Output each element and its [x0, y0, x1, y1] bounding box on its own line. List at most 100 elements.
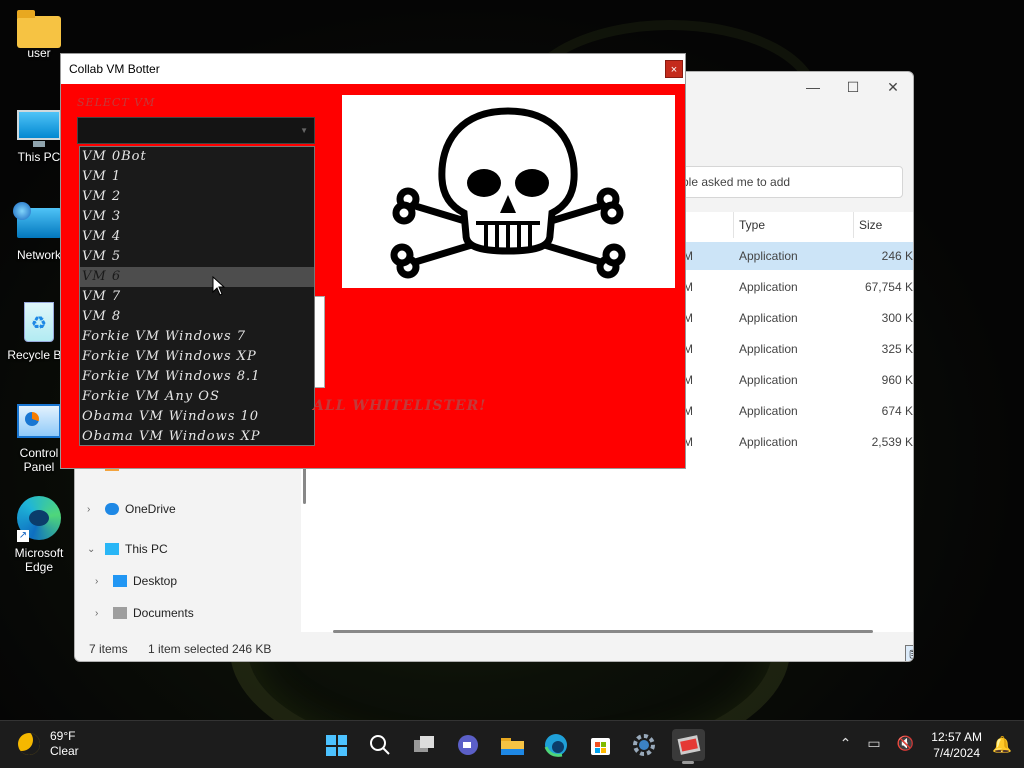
item-count: 7 items	[89, 642, 128, 656]
weather-condition: Clear	[50, 744, 79, 758]
whitelister-label: ALL WHITELISTER!	[313, 398, 487, 414]
row-size: 674 K	[881, 404, 913, 418]
monitor-icon	[17, 110, 61, 147]
nav-item-onedrive[interactable]: › OneDrive	[87, 502, 176, 516]
row-type: Application	[739, 373, 798, 387]
row-type: Application	[739, 342, 798, 356]
vm-option[interactable]: Forkie VM Windows 8.1	[80, 367, 314, 387]
close-icon[interactable]: ✕	[873, 72, 913, 102]
desktop-icon-edge[interactable]: ↗ Microsoft Edge	[4, 496, 74, 574]
vm-option[interactable]: Obama VM Windows 10	[80, 407, 314, 427]
column-size[interactable]: Size	[859, 218, 882, 232]
vm-option[interactable]: VM 3	[80, 207, 314, 227]
search-input[interactable]: ple asked me to add	[667, 166, 903, 198]
vm-select-combobox[interactable]: ▼	[77, 117, 315, 144]
text-input[interactable]	[315, 296, 325, 388]
windows-logo-icon	[326, 735, 347, 756]
dropdown-arrow-icon: ▼	[300, 126, 308, 135]
vm-option[interactable]: VM 7	[80, 287, 314, 307]
monitor-icon	[105, 543, 119, 555]
notification-icon[interactable]: 🔔	[992, 735, 1012, 755]
bot-app-icon	[677, 735, 701, 755]
vm-option[interactable]: VM 2	[80, 187, 314, 207]
edge-icon: ↗	[17, 496, 61, 542]
vm-option[interactable]: Forkie VM Windows XP	[80, 347, 314, 367]
vm-option[interactable]: Forkie VM Windows 7	[80, 327, 314, 347]
desktop-icon-label: Microsoft Edge	[14, 546, 64, 574]
select-vm-label: SELECT VM	[77, 96, 156, 109]
row-size: 2,539 K	[871, 435, 913, 449]
vm-option[interactable]: VM 5	[80, 247, 314, 267]
clock[interactable]: 12:57 AM 7/4/2024	[931, 729, 982, 761]
row-type: Application	[739, 435, 798, 449]
bot-app-button[interactable]	[672, 729, 705, 764]
search-icon	[370, 735, 390, 755]
file-explorer-button[interactable]	[496, 729, 529, 761]
navigation-pane: › Home › OneDrive ⌄ This PC › Desktop › …	[75, 452, 299, 642]
vm-option[interactable]: VM 8	[80, 307, 314, 327]
row-size: 960 K	[881, 373, 913, 387]
documents-icon	[113, 607, 127, 619]
horizontal-scrollbar[interactable]	[333, 630, 873, 633]
nav-label: OneDrive	[125, 502, 176, 516]
maximize-icon[interactable]: ☐	[833, 72, 873, 102]
skull-and-crossbones-icon	[390, 107, 626, 279]
chevron-right-icon: ›	[95, 575, 99, 587]
task-view-button[interactable]	[408, 729, 441, 761]
clock-date: 7/4/2024	[933, 746, 980, 760]
chevron-right-icon: ›	[87, 503, 91, 515]
store-icon	[591, 738, 610, 755]
row-type: Application	[739, 249, 798, 263]
vm-option[interactable]: VM 1	[80, 167, 314, 187]
column-type[interactable]: Type	[739, 218, 765, 232]
cloud-icon	[105, 503, 119, 515]
window-title: Collab VM Botter	[69, 62, 160, 76]
taskbar: 69°F Clear ⌃ ▭ 🔇 12:57 AM 7/4/2024 🔔	[0, 720, 1024, 768]
row-type: Application	[739, 280, 798, 294]
nav-item-desktop[interactable]: › Desktop	[95, 574, 177, 588]
store-button[interactable]	[584, 729, 617, 761]
network-icon	[13, 202, 61, 238]
weather-widget[interactable]: 69°F Clear	[18, 729, 79, 759]
nav-item-documents[interactable]: › Documents	[95, 606, 194, 620]
search-button[interactable]	[364, 729, 397, 761]
row-type: Application	[739, 404, 798, 418]
vm-option[interactable]: Obama VM Windows XP	[80, 427, 314, 447]
vm-option[interactable]: VM 0Bot	[80, 147, 314, 167]
vm-option-highlighted[interactable]: VM 6	[80, 267, 314, 287]
row-size: 325 K	[881, 342, 913, 356]
task-view-icon	[414, 736, 434, 752]
weather-temp: 69°F	[50, 729, 76, 743]
control-panel-icon	[17, 404, 61, 438]
vm-option[interactable]: VM 4	[80, 227, 314, 247]
taskbar-apps	[320, 729, 705, 764]
row-size: 67,754 K	[864, 280, 913, 294]
skull-image	[342, 95, 675, 288]
row-size: 246 K	[881, 249, 913, 263]
selection-info: 1 item selected 246 KB	[148, 642, 272, 656]
folder-icon	[501, 738, 524, 755]
recycle-bin-icon: ♻	[24, 302, 54, 342]
clock-time: 12:57 AM	[931, 730, 982, 744]
settings-button[interactable]	[628, 729, 661, 761]
network-icon[interactable]: ▭	[867, 735, 880, 752]
nav-label: Desktop	[133, 574, 178, 588]
minimize-icon[interactable]: —	[793, 72, 833, 102]
nav-item-this-pc[interactable]: ⌄ This PC	[87, 542, 168, 556]
teams-chat-button[interactable]	[452, 729, 485, 761]
vm-option[interactable]: Forkie VM Any OS	[80, 387, 314, 407]
mouse-cursor-icon	[212, 276, 226, 296]
tiles-view-icon[interactable]: ▢	[905, 645, 913, 661]
edge-icon	[544, 734, 567, 757]
collab-vm-botter-window[interactable]: Collab VM Botter × SELECT VM ▼ VM 0Bot V…	[60, 53, 686, 469]
nav-label: This PC	[125, 542, 168, 556]
folder-icon	[17, 10, 61, 48]
explorer-titlebar-controls: — ☐ ✕	[793, 72, 913, 102]
edge-button[interactable]	[540, 729, 573, 761]
vm-dropdown-list[interactable]: VM 0Bot VM 1 VM 2 VM 3 VM 4 VM 5 VM 6 VM…	[79, 146, 315, 446]
volume-muted-icon[interactable]: 🔇	[897, 735, 914, 752]
bot-titlebar: Collab VM Botter ×	[61, 54, 685, 84]
start-button[interactable]	[320, 729, 353, 761]
close-button[interactable]: ×	[665, 60, 683, 78]
chevron-up-icon[interactable]: ⌃	[840, 735, 852, 752]
